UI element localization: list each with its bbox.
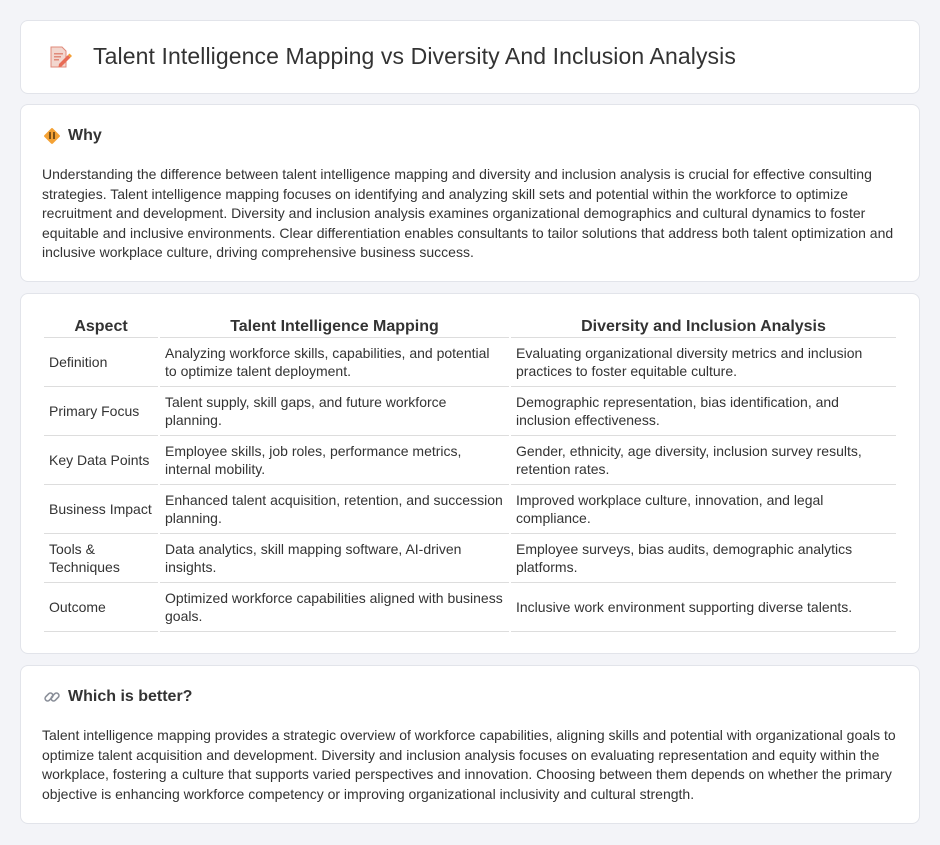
talent-cell: Enhanced talent acquisition, retention, …	[160, 485, 509, 534]
comparison-card: Aspect Talent Intelligence Mapping Diver…	[20, 293, 920, 654]
table-row: Business Impact Enhanced talent acquisit…	[44, 485, 896, 534]
header-talent-intelligence-mapping: Talent Intelligence Mapping	[160, 316, 509, 338]
which-is-better-paragraph: Talent intelligence mapping provides a s…	[42, 727, 896, 802]
why-heading: Why	[68, 127, 102, 144]
document-pencil-icon	[47, 44, 73, 70]
diversity-cell: Evaluating organizational diversity metr…	[511, 338, 896, 387]
diversity-cell: Improved workplace culture, innovation, …	[511, 485, 896, 534]
talent-cell: Employee skills, job roles, performance …	[160, 436, 509, 485]
comparison-table: Aspect Talent Intelligence Mapping Diver…	[42, 316, 898, 632]
aspect-cell: Key Data Points	[44, 436, 158, 485]
table-row: Primary Focus Talent supply, skill gaps,…	[44, 387, 896, 436]
why-paragraph: Understanding the difference between tal…	[42, 166, 894, 261]
diamond-sign-icon	[43, 127, 61, 145]
table-header-row: Aspect Talent Intelligence Mapping Diver…	[44, 316, 896, 338]
header-diversity-inclusion-analysis: Diversity and Inclusion Analysis	[511, 316, 896, 338]
table-row: Key Data Points Employee skills, job rol…	[44, 436, 896, 485]
diversity-cell: Inclusive work environment supporting di…	[511, 583, 896, 632]
aspect-cell: Tools & Techniques	[44, 534, 158, 583]
aspect-cell: Outcome	[44, 583, 158, 632]
which-is-better-section: Which is better? Talent intelligence map…	[20, 665, 920, 824]
why-section: Why Understanding the difference between…	[20, 104, 920, 282]
aspect-cell: Definition	[44, 338, 158, 387]
diversity-cell: Demographic representation, bias identif…	[511, 387, 896, 436]
talent-cell: Analyzing workforce skills, capabilities…	[160, 338, 509, 387]
talent-cell: Talent supply, skill gaps, and future wo…	[160, 387, 509, 436]
talent-cell: Data analytics, skill mapping software, …	[160, 534, 509, 583]
table-row: Outcome Optimized workforce capabilities…	[44, 583, 896, 632]
table-row: Tools & Techniques Data analytics, skill…	[44, 534, 896, 583]
aspect-cell: Business Impact	[44, 485, 158, 534]
table-row: Definition Analyzing workforce skills, c…	[44, 338, 896, 387]
which-is-better-heading: Which is better?	[68, 688, 193, 705]
title-card: Talent Intelligence Mapping vs Diversity…	[20, 20, 920, 94]
aspect-cell: Primary Focus	[44, 387, 158, 436]
page-title: Talent Intelligence Mapping vs Diversity…	[93, 43, 736, 69]
link-icon	[43, 688, 61, 706]
header-aspect: Aspect	[44, 316, 158, 338]
diversity-cell: Employee surveys, bias audits, demograph…	[511, 534, 896, 583]
talent-cell: Optimized workforce capabilities aligned…	[160, 583, 509, 632]
diversity-cell: Gender, ethnicity, age diversity, inclus…	[511, 436, 896, 485]
